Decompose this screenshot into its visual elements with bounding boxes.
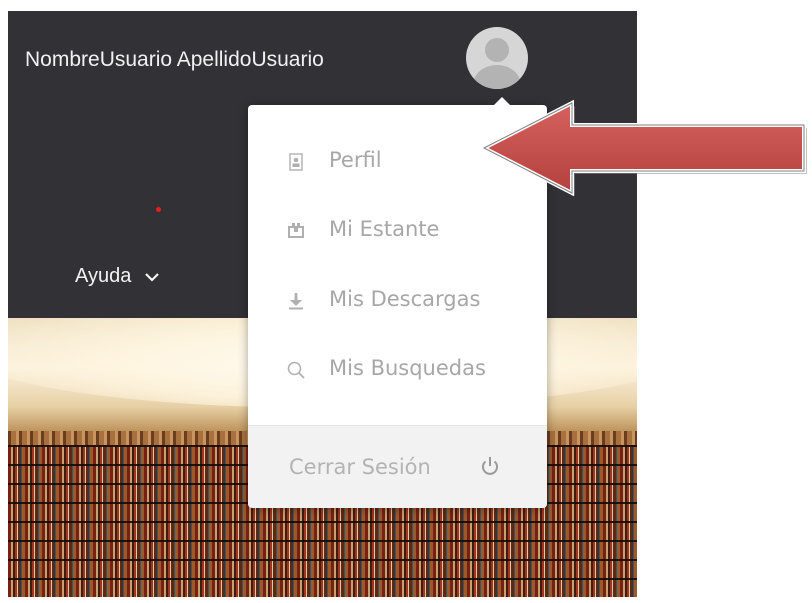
download-icon: [286, 291, 306, 311]
user-name[interactable]: NombreUsuario ApellidoUsuario: [25, 48, 324, 72]
avatar-head-icon: [485, 38, 509, 62]
chevron-down-icon: [145, 272, 160, 282]
shelf-icon: [286, 221, 306, 241]
profile-icon: [286, 152, 306, 172]
menu-item-shelf[interactable]: Mi Estante: [248, 203, 547, 259]
user-avatar[interactable]: [466, 27, 528, 89]
avatar-body-icon: [473, 65, 521, 89]
help-menu[interactable]: Ayuda: [75, 265, 160, 288]
logout-row[interactable]: Cerrar Sesión: [248, 425, 547, 508]
power-icon: [478, 454, 502, 478]
search-icon: [286, 360, 306, 380]
menu-item-label: Mi Estante: [329, 217, 440, 241]
help-menu-label: Ayuda: [75, 265, 132, 287]
menu-item-downloads[interactable]: Mis Descargas: [248, 273, 547, 329]
menu-item-label: Perfil: [329, 148, 382, 172]
notification-dot: [156, 207, 161, 212]
menu-item-label: Mis Busquedas: [329, 356, 486, 380]
menu-item-label: Mis Descargas: [329, 287, 481, 311]
logout-label: Cerrar Sesión: [289, 455, 431, 479]
menu-item-searches[interactable]: Mis Busquedas: [248, 342, 547, 398]
annotation-arrow-icon: [479, 99, 807, 197]
